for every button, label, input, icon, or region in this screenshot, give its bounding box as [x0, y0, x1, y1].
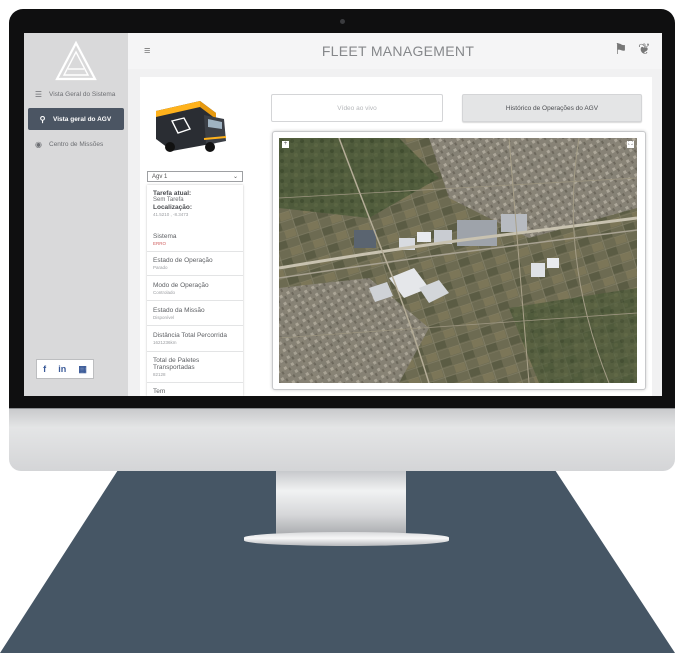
distancia-block: Distância Total Percorrida 1621236km [153, 332, 227, 346]
localizacao-label: Localização: [153, 204, 193, 211]
sistema-value: ERRO [153, 241, 167, 246]
top-header: ≡ FLEET MANAGEMENT ⚑ ❦ [128, 33, 662, 69]
flag-icon[interactable]: ⚑ [614, 40, 632, 58]
modo-operacao-value: Controlado [153, 290, 176, 295]
distancia-label: Distância Total Percorrida [153, 332, 227, 339]
estado-operacao-block: Estado de Operação Parado [153, 257, 213, 271]
agv-truck-image [156, 101, 227, 152]
modo-operacao-label: Modo de Operação [153, 282, 209, 289]
camera-icon [340, 19, 345, 24]
agv-select-value: Agv 1 [152, 173, 168, 180]
target-icon: ◉ [35, 139, 42, 149]
social-links: f in ▦ [36, 359, 94, 379]
agv-history-button[interactable]: Histórico de Operações do AGV [462, 94, 642, 122]
divider [147, 325, 243, 326]
zoom-in-button[interactable]: + [282, 141, 289, 148]
agv-info-card: Tarefa atual: Sem Tarefa Localização: 41… [147, 185, 243, 396]
sidebar-item-vista-geral-agv[interactable]: ⚲ Vista geral do AGV [28, 108, 124, 130]
satellite-map-image [279, 138, 637, 383]
divider [147, 300, 243, 301]
monitor-neck [276, 467, 406, 535]
live-video-button[interactable]: Vídeo ao vivo [271, 94, 443, 122]
sidebar-item-label: Centro de Missões [49, 140, 104, 148]
estado-missao-value: Disponível [153, 315, 175, 320]
agv-select[interactable]: Agv 1 ⌄ [147, 171, 243, 182]
distancia-value: 1621236km [153, 340, 177, 345]
estado-operacao-value: Parado [153, 265, 168, 270]
sidebar-item-vista-geral-sistema[interactable]: ☰ Vista Geral do Sistema [24, 83, 128, 105]
logo-icon [55, 40, 97, 81]
divider [147, 275, 243, 276]
extra-label: Tem [153, 388, 166, 395]
sidebar-item-centro-missoes[interactable]: ◉ Centro de Missões [24, 133, 128, 155]
paletes-label: Total de Paletes Transportadas [153, 357, 200, 371]
estado-operacao-label: Estado de Operação [153, 257, 213, 264]
leaf-icon[interactable]: ❦ [638, 40, 656, 58]
paletes-value: 82128 [153, 372, 166, 377]
monitor-chin [9, 408, 675, 471]
divider [147, 382, 243, 383]
estado-missao-label: Estado da Missão [153, 307, 205, 314]
localizacao-value: 41.5210 , -8.3473 [153, 212, 189, 217]
linkedin-icon[interactable]: in [58, 364, 66, 374]
app-screen: ☰ Vista Geral do Sistema ⚲ Vista geral d… [24, 33, 662, 396]
main-content: Agv 1 ⌄ Tarefa atual: Sem Tarefa Localiz… [140, 77, 652, 396]
tarefa-label: Tarefa atual: [153, 190, 192, 197]
sidebar-item-label: Vista Geral do Sistema [49, 90, 116, 98]
divider [147, 351, 243, 352]
sistema-label: Sistema [153, 233, 177, 240]
estado-missao-block: Estado da Missão Disponível [153, 307, 205, 321]
satellite-map[interactable]: + ⛶ [279, 138, 637, 383]
chevron-down-icon: ⌄ [232, 174, 238, 180]
email-icon[interactable]: ▦ [78, 364, 87, 375]
monitor-base [244, 532, 449, 546]
paletes-block: Total de Paletes Transportadas 82128 [153, 357, 213, 378]
tarefa-block: Tarefa atual: Sem Tarefa Localização: 41… [153, 190, 192, 218]
hamburger-icon[interactable]: ≡ [144, 45, 150, 57]
extra-block: Tem [153, 388, 165, 395]
facebook-icon[interactable]: f [43, 364, 46, 374]
page-title: FLEET MANAGEMENT [321, 43, 475, 59]
tarefa-value: Sem Tarefa [153, 197, 184, 203]
list-icon: ☰ [34, 89, 43, 99]
fullscreen-button[interactable]: ⛶ [627, 141, 634, 148]
divider [147, 251, 243, 252]
search-icon: ⚲ [39, 114, 46, 124]
sistema-block: Sistema ERRO [153, 233, 176, 247]
modo-operacao-block: Modo de Operação Controlado [153, 282, 209, 296]
sidebar-item-label: Vista geral do AGV [53, 115, 112, 123]
sidebar: ☰ Vista Geral do Sistema ⚲ Vista geral d… [24, 33, 128, 396]
map-panel: + ⛶ [272, 131, 646, 390]
